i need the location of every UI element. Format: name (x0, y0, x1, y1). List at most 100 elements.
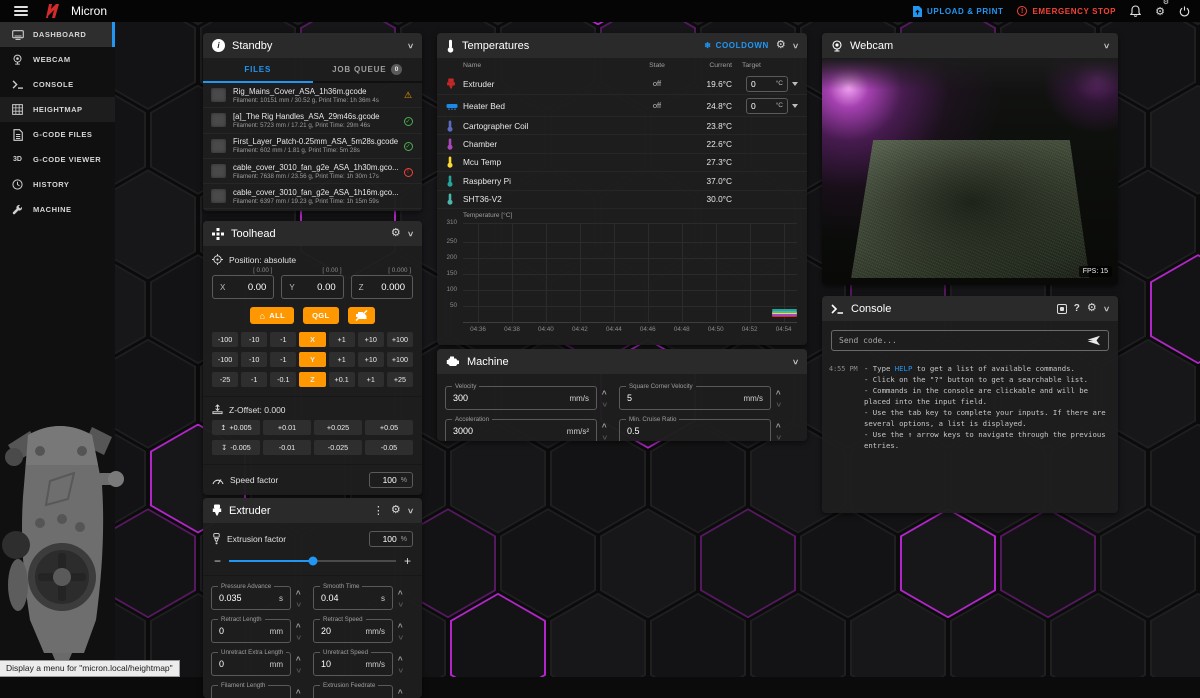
z-offset-up-button-+0.05[interactable]: +0.05 (365, 420, 413, 435)
tab-files[interactable]: FILES (203, 58, 313, 81)
stepper-down-icon[interactable]: > (773, 435, 782, 440)
hide-temporary-messages-icon[interactable] (1057, 304, 1067, 314)
z-offset-down-button--0.01[interactable]: -0.01 (263, 440, 311, 455)
gear-icon[interactable]: ⚙ (776, 40, 786, 51)
jog-button-y-+1[interactable]: +1 (329, 352, 355, 367)
sidebar-item-g-code-files[interactable]: G-CODE FILES (0, 122, 115, 147)
target-temp-input[interactable] (751, 79, 769, 89)
input-field[interactable]: Velocity300mm/s (445, 386, 597, 410)
stepper-up-icon[interactable]: > (773, 423, 782, 428)
jog-button-z-+1[interactable]: +1 (358, 372, 384, 387)
slider-track[interactable] (229, 560, 396, 562)
stepper-up-icon[interactable]: > (395, 656, 404, 661)
collapse-chevron-icon[interactable]: > (1101, 43, 1111, 48)
z-offset-down-button--0.005[interactable]: ↧-0.005 (212, 440, 260, 455)
jog-button-x--1[interactable]: -1 (270, 332, 296, 347)
slider-decrease-button[interactable]: − (214, 555, 221, 567)
jog-button-x-+10[interactable]: +10 (358, 332, 384, 347)
z-offset-up-button-+0.01[interactable]: +0.01 (263, 420, 311, 435)
input-field[interactable]: Filament Length (211, 685, 291, 698)
gear-icon[interactable]: ⚙ (1087, 303, 1097, 314)
jog-button-z-+0.1[interactable]: +0.1 (329, 372, 355, 387)
hamburger-menu-icon[interactable] (14, 6, 28, 16)
ui-settings-gears-icon[interactable]: ⚙ ⚙ (1155, 2, 1165, 20)
z-offset-up-button-+0.025[interactable]: +0.025 (314, 420, 362, 435)
input-field[interactable]: Retract Length0mm (211, 619, 291, 643)
z-offset-up-button-+0.005[interactable]: ↥+0.005 (212, 420, 260, 435)
jog-button-z--25[interactable]: -25 (212, 372, 238, 387)
slider-thumb[interactable] (308, 557, 317, 566)
sidebar-item-machine[interactable]: MACHINE (0, 197, 115, 222)
stepper-up-icon[interactable]: > (293, 590, 302, 595)
sidebar-item-history[interactable]: HISTORY (0, 172, 115, 197)
jog-axis-y[interactable]: Y (299, 352, 325, 367)
stepper-down-icon[interactable]: > (773, 402, 782, 407)
home-all-button[interactable]: ⌂ ALL (250, 307, 294, 324)
target-temp-input-box[interactable]: °C (746, 98, 788, 114)
input-field[interactable]: Unretract Speed10mm/s (313, 652, 393, 676)
input-field[interactable]: Unretract Extra Length0mm (211, 652, 291, 676)
gcode-file-row[interactable]: [a]_The Rig Handles_ASA_29m46s.gcodeFila… (203, 108, 422, 133)
command-help-icon[interactable]: ? (1074, 303, 1080, 314)
gcode-file-row[interactable]: cable_cover_3010_fan_g2e_ASA_1h30m.gco..… (203, 159, 422, 184)
gear-icon[interactable]: ⚙ (391, 228, 401, 239)
notifications-bell-icon[interactable] (1130, 5, 1141, 17)
stepper-down-icon[interactable]: > (293, 635, 302, 640)
gcode-file-row[interactable]: First_Layer_Patch-0.25mm_ASA_5m28s.gcode… (203, 134, 422, 159)
jog-button-z--1[interactable]: -1 (241, 372, 267, 387)
extrusion-factor-value-box[interactable]: 100 % (369, 531, 413, 547)
sidebar-item-console[interactable]: CONSOLE (0, 72, 115, 97)
z-offset-down-button--0.05[interactable]: -0.05 (365, 440, 413, 455)
stepper-down-icon[interactable]: > (395, 635, 404, 640)
collapse-chevron-icon[interactable]: > (405, 231, 415, 236)
jog-axis-x[interactable]: X (299, 332, 325, 347)
stepper-up-icon[interactable]: > (395, 623, 404, 628)
target-temp-input-box[interactable]: °C (746, 76, 788, 92)
stepper-up-icon[interactable]: > (293, 623, 302, 628)
motors-off-button[interactable] (348, 307, 375, 324)
stepper-up-icon[interactable]: > (293, 689, 302, 694)
jog-button-x-+1[interactable]: +1 (329, 332, 355, 347)
sidebar-item-dashboard[interactable]: DASHBOARD (0, 22, 115, 47)
stepper-up-icon[interactable]: > (293, 656, 302, 661)
stepper-down-icon[interactable]: > (599, 402, 608, 407)
speed-factor-value-box[interactable]: 100 % (369, 472, 413, 488)
stepper-up-icon[interactable]: > (599, 423, 608, 428)
gcode-file-row[interactable]: Rig_Mains_Cover_ASA_1h36m.gcodeFilament:… (203, 83, 422, 108)
jog-button-y--10[interactable]: -10 (241, 352, 267, 367)
power-icon[interactable] (1179, 6, 1190, 17)
sidebar-item-webcam[interactable]: WEBCAM (0, 47, 115, 72)
input-field[interactable]: Extrusion Feedrate (313, 685, 393, 698)
collapse-chevron-icon[interactable]: > (790, 43, 800, 48)
stepper-down-icon[interactable]: > (599, 435, 608, 440)
z-offset-down-button--0.025[interactable]: -0.025 (314, 440, 362, 455)
input-field[interactable]: Square Corner Velocity5mm/s (619, 386, 771, 410)
input-field[interactable]: Min. Cruise Ratio0.5 (619, 419, 771, 441)
stepper-up-icon[interactable]: > (773, 390, 782, 395)
sidebar-item-g-code-viewer[interactable]: 3DG-CODE VIEWER (0, 147, 115, 172)
input-field[interactable]: Smooth Time0.04s (313, 586, 393, 610)
gcode-file-row[interactable]: cable_cover_3010_fan_g2e_ASA_1h16m.gco..… (203, 184, 422, 209)
jog-button-y--100[interactable]: -100 (212, 352, 238, 367)
target-preset-dropdown-icon[interactable] (792, 82, 798, 86)
sidebar-item-heightmap[interactable]: HEIGHTMAP (0, 97, 115, 122)
collapse-chevron-icon[interactable]: > (405, 43, 415, 48)
upload-and-print-button[interactable]: UPLOAD & PRINT (913, 6, 1003, 17)
tab-job-queue[interactable]: JOB QUEUE 0 (313, 58, 423, 81)
qgl-button[interactable]: QGL (303, 307, 338, 324)
axis-position-box[interactable]: Y0.00 (281, 275, 343, 299)
jog-button-y-+10[interactable]: +10 (358, 352, 384, 367)
axis-position-box[interactable]: Z0.000 (351, 275, 413, 299)
target-temp-input[interactable] (751, 101, 769, 111)
jog-button-z-+25[interactable]: +25 (387, 372, 413, 387)
stepper-up-icon[interactable]: > (599, 390, 608, 395)
gear-icon[interactable]: ⚙ (391, 505, 401, 516)
stepper-up-icon[interactable]: > (395, 590, 404, 595)
jog-button-y-+100[interactable]: +100 (387, 352, 413, 367)
input-field[interactable]: Retract Speed20mm/s (313, 619, 393, 643)
slider-increase-button[interactable]: + (404, 555, 411, 567)
stepper-down-icon[interactable]: > (293, 602, 302, 607)
jog-button-x--100[interactable]: -100 (212, 332, 238, 347)
send-icon[interactable] (1087, 335, 1101, 346)
jog-button-z--0.1[interactable]: -0.1 (270, 372, 296, 387)
